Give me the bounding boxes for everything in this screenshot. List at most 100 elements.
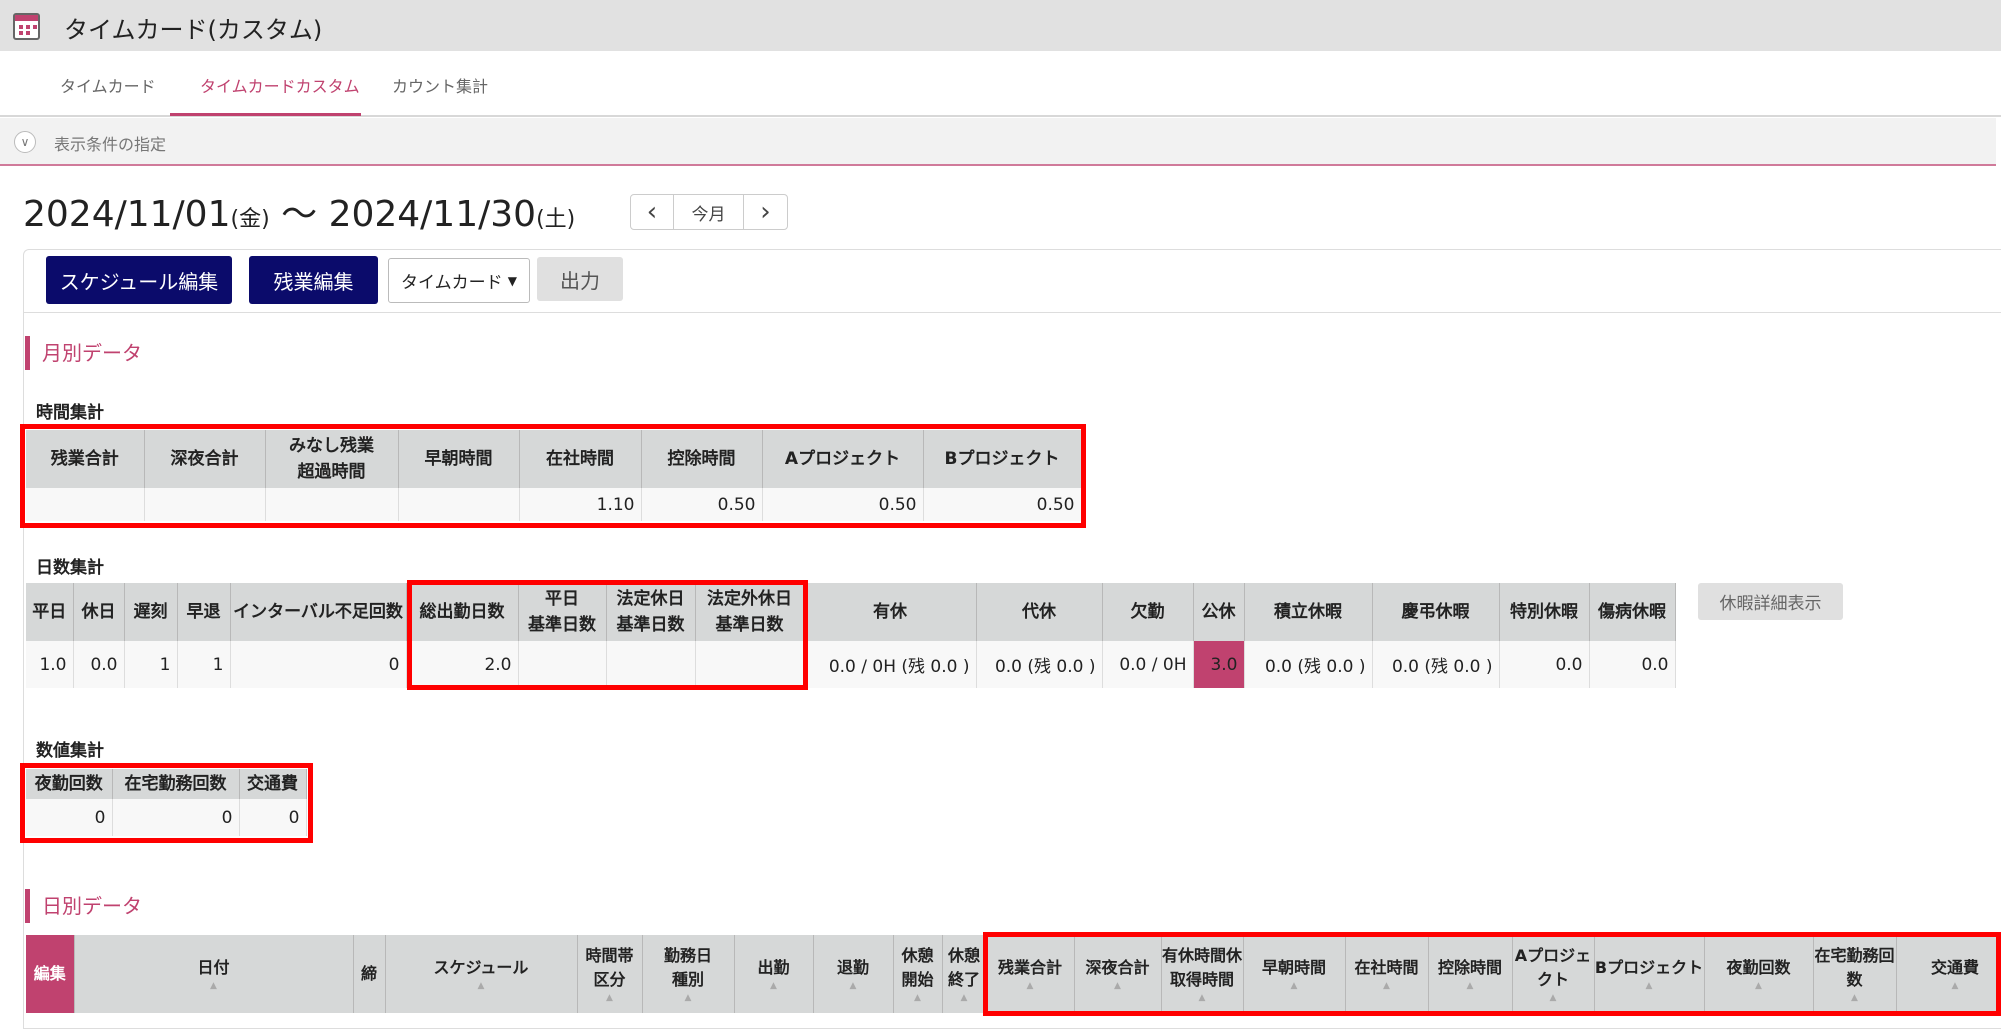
column-header: Bプロジェクト <box>923 430 1081 488</box>
filter-label: 表示条件の指定 <box>54 131 166 155</box>
sort-asc-icon[interactable]: ▲ <box>1075 980 1161 992</box>
chevron-down-icon[interactable]: ∨ <box>14 131 36 153</box>
column-header-label: 有休 <box>873 602 907 622</box>
column-header: 欠勤 <box>1102 583 1193 641</box>
column-header[interactable]: 編集 <box>26 935 74 1013</box>
next-month-button[interactable]: › <box>744 195 787 229</box>
select-value: タイムカード <box>401 268 503 293</box>
column-header[interactable]: 休憩 開始 ▲ <box>893 935 942 1013</box>
count-summary-title: 数値集計 <box>36 736 104 761</box>
column-header: 在宅勤務回数 <box>112 769 239 799</box>
column-header: 残業合計 <box>26 430 144 488</box>
table-cell: 0.0 <box>73 641 124 688</box>
sort-asc-icon[interactable]: ▲ <box>735 980 813 992</box>
sort-asc-icon[interactable]: ▲ <box>1705 980 1813 992</box>
tab-timecard-custom[interactable]: タイムカードカスタム <box>200 73 360 97</box>
column-header[interactable]: 早朝時間 ▲ <box>1243 935 1345 1013</box>
column-header-label: 在宅勤務回数 <box>125 774 227 794</box>
sort-asc-icon[interactable]: ▲ <box>1814 992 1896 1004</box>
column-header-label: 交通費 <box>1931 958 1979 977</box>
column-header-label: 夜勤回数 <box>1726 958 1790 977</box>
table-cell: 0.50 <box>923 488 1081 521</box>
day-summary-title: 日数集計 <box>36 553 104 578</box>
sort-asc-icon[interactable]: ▲ <box>987 980 1074 992</box>
column-header[interactable]: スケジュール▲ <box>385 935 577 1013</box>
leave-detail-button[interactable]: 休暇詳細表示 <box>1698 583 1843 620</box>
table-cell: 0 <box>230 641 406 688</box>
caret-down-icon: ▼ <box>508 274 517 288</box>
column-header-label: 残業合計 <box>51 449 119 469</box>
start-weekday: (金) <box>231 207 270 232</box>
filter-toggle-bar[interactable]: ∨ 表示条件の指定 <box>0 118 1996 166</box>
sort-asc-icon[interactable]: ▲ <box>1429 980 1512 992</box>
column-header-label: 深夜合計 <box>1085 958 1149 977</box>
column-header: 特別休暇 <box>1499 583 1589 641</box>
sort-asc-icon[interactable]: ▲ <box>1244 980 1345 992</box>
tab-bar: タイムカード タイムカードカスタム カウント集計 <box>0 51 2001 117</box>
column-header-label: 休憩 開始 <box>901 946 933 989</box>
sort-asc-icon[interactable]: ▲ <box>1595 980 1704 992</box>
output-button[interactable]: 出力 <box>537 257 623 301</box>
tab-count-summary[interactable]: カウント集計 <box>392 73 488 97</box>
column-header: 代休 <box>976 583 1102 641</box>
sort-asc-icon[interactable]: ▲ <box>643 992 734 1004</box>
column-header: 遅刻 <box>124 583 177 641</box>
column-header[interactable]: 在宅勤務回数▲ <box>1813 935 1896 1013</box>
column-header[interactable]: 交通費 ▲ <box>1896 935 2001 1013</box>
column-header-label: 退勤 <box>837 958 869 977</box>
column-header-label: 早朝時間 <box>1262 958 1326 977</box>
column-header[interactable]: Aプロジェクト▲ <box>1512 935 1594 1013</box>
column-header: 休日 <box>73 583 124 641</box>
sort-asc-icon[interactable]: ▲ <box>1346 980 1428 992</box>
column-header-label: 残業合計 <box>998 958 1062 977</box>
column-header-label: 深夜合計 <box>171 449 239 469</box>
column-header-label: Aプロジェクト <box>785 449 900 469</box>
sort-asc-icon[interactable]: ▲ <box>814 980 893 992</box>
prev-month-button[interactable]: ‹ <box>631 195 674 229</box>
column-header[interactable]: 締 <box>353 935 385 1013</box>
range-separator: ～ <box>270 194 329 235</box>
column-header[interactable]: 在社時間▲ <box>1345 935 1428 1013</box>
column-header[interactable]: 深夜合計 ▲ <box>1074 935 1161 1013</box>
this-month-button[interactable]: 今月 <box>674 195 744 229</box>
sort-asc-icon[interactable]: ▲ <box>75 980 353 992</box>
column-header[interactable]: 夜勤回数 ▲ <box>1704 935 1813 1013</box>
sort-asc-icon[interactable]: ▲ <box>1897 980 2001 992</box>
sort-asc-icon[interactable]: ▲ <box>894 992 942 1004</box>
column-header[interactable]: 残業合計 ▲ <box>986 935 1074 1013</box>
sort-asc-icon[interactable]: ▲ <box>943 992 986 1004</box>
month-nav: ‹ 今月 › <box>630 194 788 230</box>
column-header-label: 控除時間 <box>1438 958 1502 977</box>
end-weekday: (土) <box>536 207 575 232</box>
column-header[interactable]: 控除時間 ▲ <box>1428 935 1512 1013</box>
column-header-label: Bプロジェクト <box>1595 958 1703 977</box>
sort-asc-icon[interactable]: ▲ <box>578 992 642 1004</box>
day-summary-table: 平日休日遅刻早退インターバル不足回数総出勤日数平日 基準日数法定休日 基準日数法… <box>26 583 1676 688</box>
column-header-label: 慶弔休暇 <box>1402 602 1470 622</box>
table-cell: 0.50 <box>762 488 923 521</box>
column-header[interactable]: 勤務日 種別▲ <box>642 935 734 1013</box>
app-title: タイムカード(カスタム) <box>64 10 322 45</box>
column-header[interactable]: 出勤▲ <box>734 935 813 1013</box>
column-header-label: インターバル不足回数 <box>233 602 403 622</box>
tab-timecard[interactable]: タイムカード <box>60 73 156 97</box>
table-cell <box>606 641 695 688</box>
sort-asc-icon[interactable]: ▲ <box>386 980 577 992</box>
column-header-label: 休憩 終了 <box>948 946 980 989</box>
column-header[interactable]: 日付▲ <box>74 935 353 1013</box>
sort-asc-icon[interactable]: ▲ <box>1513 992 1594 1004</box>
table-cell: 0.0 (残 0.0 ) <box>976 641 1102 688</box>
table-cell: 1.10 <box>519 488 641 521</box>
output-type-select[interactable]: タイムカード ▼ <box>388 258 530 303</box>
sort-asc-icon[interactable]: ▲ <box>1162 992 1243 1004</box>
schedule-edit-button[interactable]: スケジュール編集 <box>46 256 232 304</box>
column-header[interactable]: 休憩 終了 ▲ <box>942 935 986 1013</box>
overtime-edit-button[interactable]: 残業編集 <box>249 256 378 304</box>
table-cell: 0 <box>112 799 239 836</box>
end-date: 2024/11/30 <box>329 194 537 235</box>
column-header[interactable]: 時間帯 区分▲ <box>577 935 642 1013</box>
column-header[interactable]: 退勤 ▲ <box>813 935 893 1013</box>
column-header[interactable]: Bプロジェクト ▲ <box>1594 935 1704 1013</box>
start-date: 2024/11/01 <box>23 194 231 235</box>
column-header[interactable]: 有休時間休 取得時間▲ <box>1161 935 1243 1013</box>
